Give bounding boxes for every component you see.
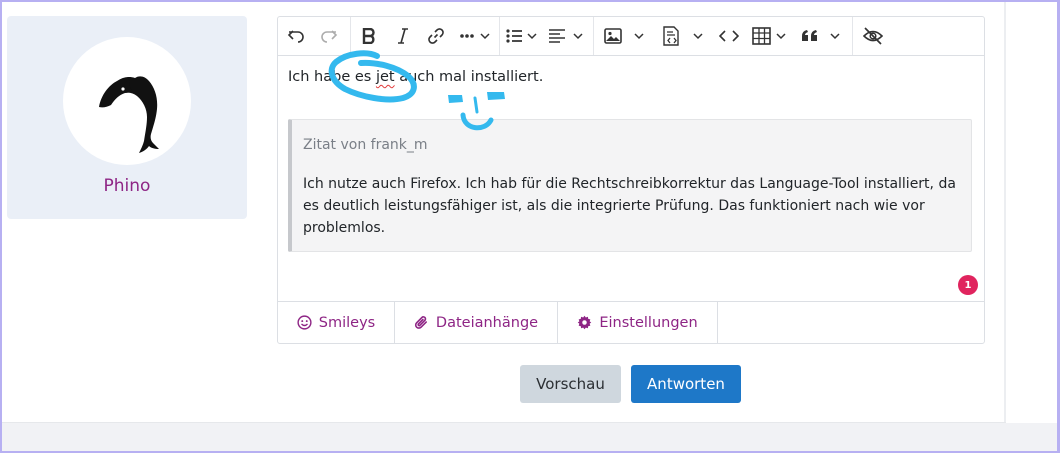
media-dropdown-chevron-icon[interactable] bbox=[690, 26, 706, 46]
quote-block[interactable]: Zitat von frank_m Ich nutze auch Firefox… bbox=[288, 119, 972, 252]
reply-button[interactable]: Antworten bbox=[631, 365, 741, 403]
smiley-icon bbox=[297, 315, 312, 330]
card-edge bbox=[1004, 0, 1006, 423]
link-icon[interactable] bbox=[426, 26, 446, 46]
gear-icon bbox=[578, 315, 592, 330]
paperclip-icon bbox=[414, 316, 427, 329]
quote-icon[interactable] bbox=[801, 26, 841, 46]
align-icon[interactable] bbox=[548, 26, 586, 46]
page-background bbox=[0, 423, 1060, 453]
message-text-before: Ich habe es bbox=[288, 69, 376, 85]
message-text: Ich habe es jet auch mal installiert. bbox=[288, 69, 543, 85]
message-text-after: auch mal installiert. bbox=[394, 69, 544, 85]
spellcheck-badge[interactable]: 1 bbox=[958, 275, 978, 295]
misspelled-word[interactable]: jet bbox=[376, 69, 395, 85]
avatar[interactable] bbox=[63, 37, 191, 165]
preview-button[interactable]: Vorschau bbox=[520, 365, 621, 403]
toolbar-separator bbox=[350, 17, 351, 55]
italic-icon[interactable] bbox=[393, 26, 413, 46]
bold-icon[interactable] bbox=[358, 26, 380, 46]
toolbar-separator bbox=[852, 17, 853, 55]
list-icon[interactable] bbox=[506, 26, 540, 46]
quote-text: Ich nutze auch Firefox. Ich hab für die … bbox=[303, 176, 956, 236]
more-formatting-icon[interactable] bbox=[459, 26, 493, 46]
settings-button[interactable]: Einstellungen bbox=[558, 302, 718, 343]
redo-icon[interactable] bbox=[319, 26, 339, 46]
code-icon[interactable] bbox=[718, 26, 740, 46]
image-icon[interactable] bbox=[603, 26, 623, 46]
settings-label: Einstellungen bbox=[599, 314, 698, 331]
username[interactable]: Phino bbox=[7, 176, 247, 196]
preview-toggle-icon[interactable] bbox=[862, 26, 884, 46]
editor-bottombar: Smileys Dateianhänge Einstellungen bbox=[278, 301, 984, 343]
quote-author: Zitat von frank_m bbox=[303, 137, 428, 153]
smileys-button[interactable]: Smileys bbox=[278, 302, 395, 343]
image-dropdown-chevron-icon[interactable] bbox=[631, 26, 647, 46]
table-icon[interactable] bbox=[752, 26, 788, 46]
user-panel: Phino bbox=[7, 16, 247, 219]
dolphin-icon bbox=[99, 76, 159, 153]
attachments-label: Dateianhänge bbox=[435, 314, 539, 331]
editor-toolbar bbox=[278, 17, 984, 56]
toolbar-separator bbox=[593, 17, 594, 55]
toolbar-separator bbox=[499, 17, 500, 55]
insert-media-icon[interactable] bbox=[660, 26, 682, 46]
message-editor[interactable]: Ich habe es jet auch mal installiert. Zi… bbox=[277, 16, 985, 344]
undo-icon[interactable] bbox=[286, 26, 306, 46]
smileys-label: Smileys bbox=[318, 314, 376, 331]
attachments-button[interactable]: Dateianhänge bbox=[395, 302, 558, 343]
